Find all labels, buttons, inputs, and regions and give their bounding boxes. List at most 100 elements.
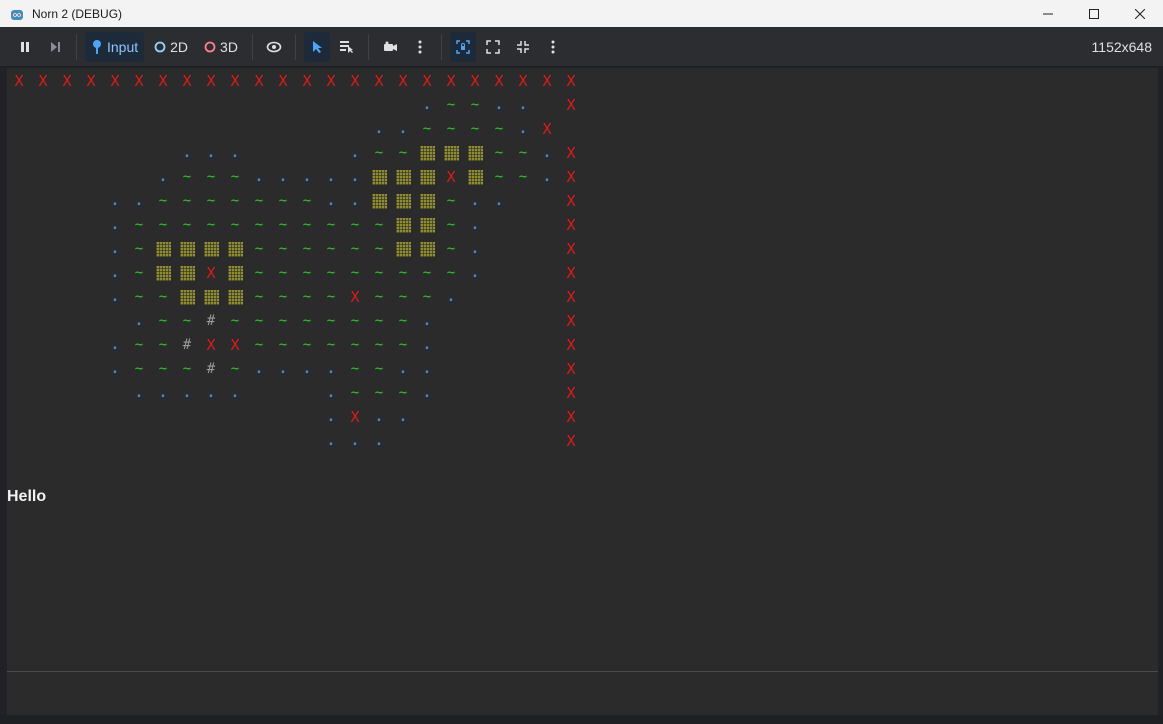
dot-tile: .: [422, 337, 432, 353]
dot-tile: .: [398, 361, 408, 377]
block-icon: [155, 241, 171, 257]
grass-tile: ~: [278, 289, 288, 305]
input-toggle-button[interactable]: Input: [85, 31, 145, 62]
grass-tile: ~: [302, 289, 312, 305]
minimize-button[interactable]: [1025, 0, 1071, 27]
wall-x: X: [422, 72, 432, 90]
grass-tile: ~: [398, 337, 408, 353]
camera-button[interactable]: [377, 32, 403, 62]
fit-window-button[interactable]: [510, 32, 536, 62]
game-window: Norn 2 (DEBUG) Input 2D 3D 1152x648 X X …: [0, 0, 1163, 724]
block-icon: [179, 241, 195, 257]
dot-tile: .: [326, 409, 336, 425]
dot-tile: .: [470, 241, 480, 257]
game-viewport[interactable]: X X X X X X X X X X X X X X X X X X X X X X X X. ~ ~.. X.. ~ ~ ~ ~. X..…: [7, 68, 1158, 715]
block-icon: [179, 265, 195, 281]
grass-tile: ~: [374, 385, 384, 401]
dot-tile: .: [110, 289, 120, 305]
mode-3d-button[interactable]: 3D: [198, 32, 244, 62]
grass-tile: ~: [374, 145, 384, 161]
close-button[interactable]: [1117, 0, 1163, 27]
expand-icon: [486, 39, 500, 54]
grass-tile: ~: [302, 241, 312, 257]
embed-game-button[interactable]: [449, 31, 476, 62]
dot-tile: .: [422, 313, 432, 329]
wall-x: X: [542, 72, 552, 90]
circle-3d-icon: [204, 41, 216, 52]
grass-tile: ~: [182, 361, 192, 377]
block-tile: [175, 237, 199, 261]
dot-tile: .: [374, 121, 384, 137]
block-icon: [371, 169, 387, 185]
grass-tile: ~: [302, 313, 312, 329]
input-label: Input: [107, 38, 139, 55]
grass-tile: ~: [254, 337, 264, 353]
grass-tile: ~: [182, 217, 192, 233]
grass-tile: ~: [374, 217, 384, 233]
dot-tile: .: [398, 409, 408, 425]
block-icon: [419, 145, 435, 161]
fullscreen-button[interactable]: [480, 32, 506, 62]
wall-x: X: [350, 288, 360, 306]
visibility-button[interactable]: [261, 32, 287, 62]
block-icon: [467, 145, 483, 161]
wall-x: X: [566, 408, 576, 426]
dot-tile: .: [302, 169, 312, 185]
block-tile: [367, 189, 391, 213]
wall-x: X: [14, 72, 24, 90]
toolbar-separator: [76, 33, 77, 60]
dot-tile: .: [110, 241, 120, 257]
grass-tile: ~: [302, 217, 312, 233]
grass-tile: ~: [350, 361, 360, 377]
block-tile: [463, 141, 487, 165]
wall-x: X: [398, 72, 408, 90]
list-select-button[interactable]: [334, 32, 360, 62]
pause-button[interactable]: [12, 32, 38, 62]
dot-tile: .: [302, 361, 312, 377]
wall-x: X: [302, 72, 312, 90]
grass-tile: ~: [350, 337, 360, 353]
bottom-strip: [0, 715, 1163, 724]
block-icon: [203, 241, 219, 257]
step-frame-button[interactable]: [42, 32, 68, 62]
window-controls: [1025, 0, 1163, 27]
hash-tile: #: [206, 361, 216, 377]
grass-tile: ~: [446, 193, 456, 209]
grass-tile: ~: [206, 217, 216, 233]
select-mode-button[interactable]: [303, 31, 330, 62]
maximize-button[interactable]: [1071, 0, 1117, 27]
dot-tile: .: [230, 145, 240, 161]
block-tile: [199, 237, 223, 261]
grass-tile: ~: [254, 289, 264, 305]
kebab-menu-icon: [418, 40, 422, 53]
grass-tile: ~: [494, 121, 504, 137]
grass-tile: ~: [182, 169, 192, 185]
dot-tile: .: [134, 385, 144, 401]
wall-x: X: [566, 264, 576, 282]
wall-x: X: [566, 96, 576, 114]
grass-tile: ~: [230, 313, 240, 329]
block-tile: [391, 213, 415, 237]
block-tile: [391, 165, 415, 189]
embed-menu-button[interactable]: [540, 32, 566, 62]
toolbar-separator: [440, 33, 442, 60]
dot-tile: .: [422, 361, 432, 377]
grass-tile: ~: [254, 313, 264, 329]
dot-tile: .: [326, 433, 336, 449]
mode-2d-button[interactable]: 2D: [148, 32, 194, 62]
wall-x: X: [230, 336, 240, 354]
camera-menu-button[interactable]: [407, 32, 433, 62]
dot-tile: .: [494, 193, 504, 209]
block-icon: [203, 289, 219, 305]
grass-tile: ~: [206, 169, 216, 185]
grass-tile: ~: [350, 241, 360, 257]
dot-tile: .: [110, 337, 120, 353]
wall-x: X: [470, 72, 480, 90]
window-title: Norn 2 (DEBUG): [32, 6, 123, 21]
wall-x: X: [230, 72, 240, 90]
grass-tile: ~: [254, 241, 264, 257]
grass-tile: ~: [374, 289, 384, 305]
title-bar[interactable]: Norn 2 (DEBUG): [0, 0, 1163, 27]
wall-x: X: [38, 72, 48, 90]
grass-tile: ~: [398, 289, 408, 305]
